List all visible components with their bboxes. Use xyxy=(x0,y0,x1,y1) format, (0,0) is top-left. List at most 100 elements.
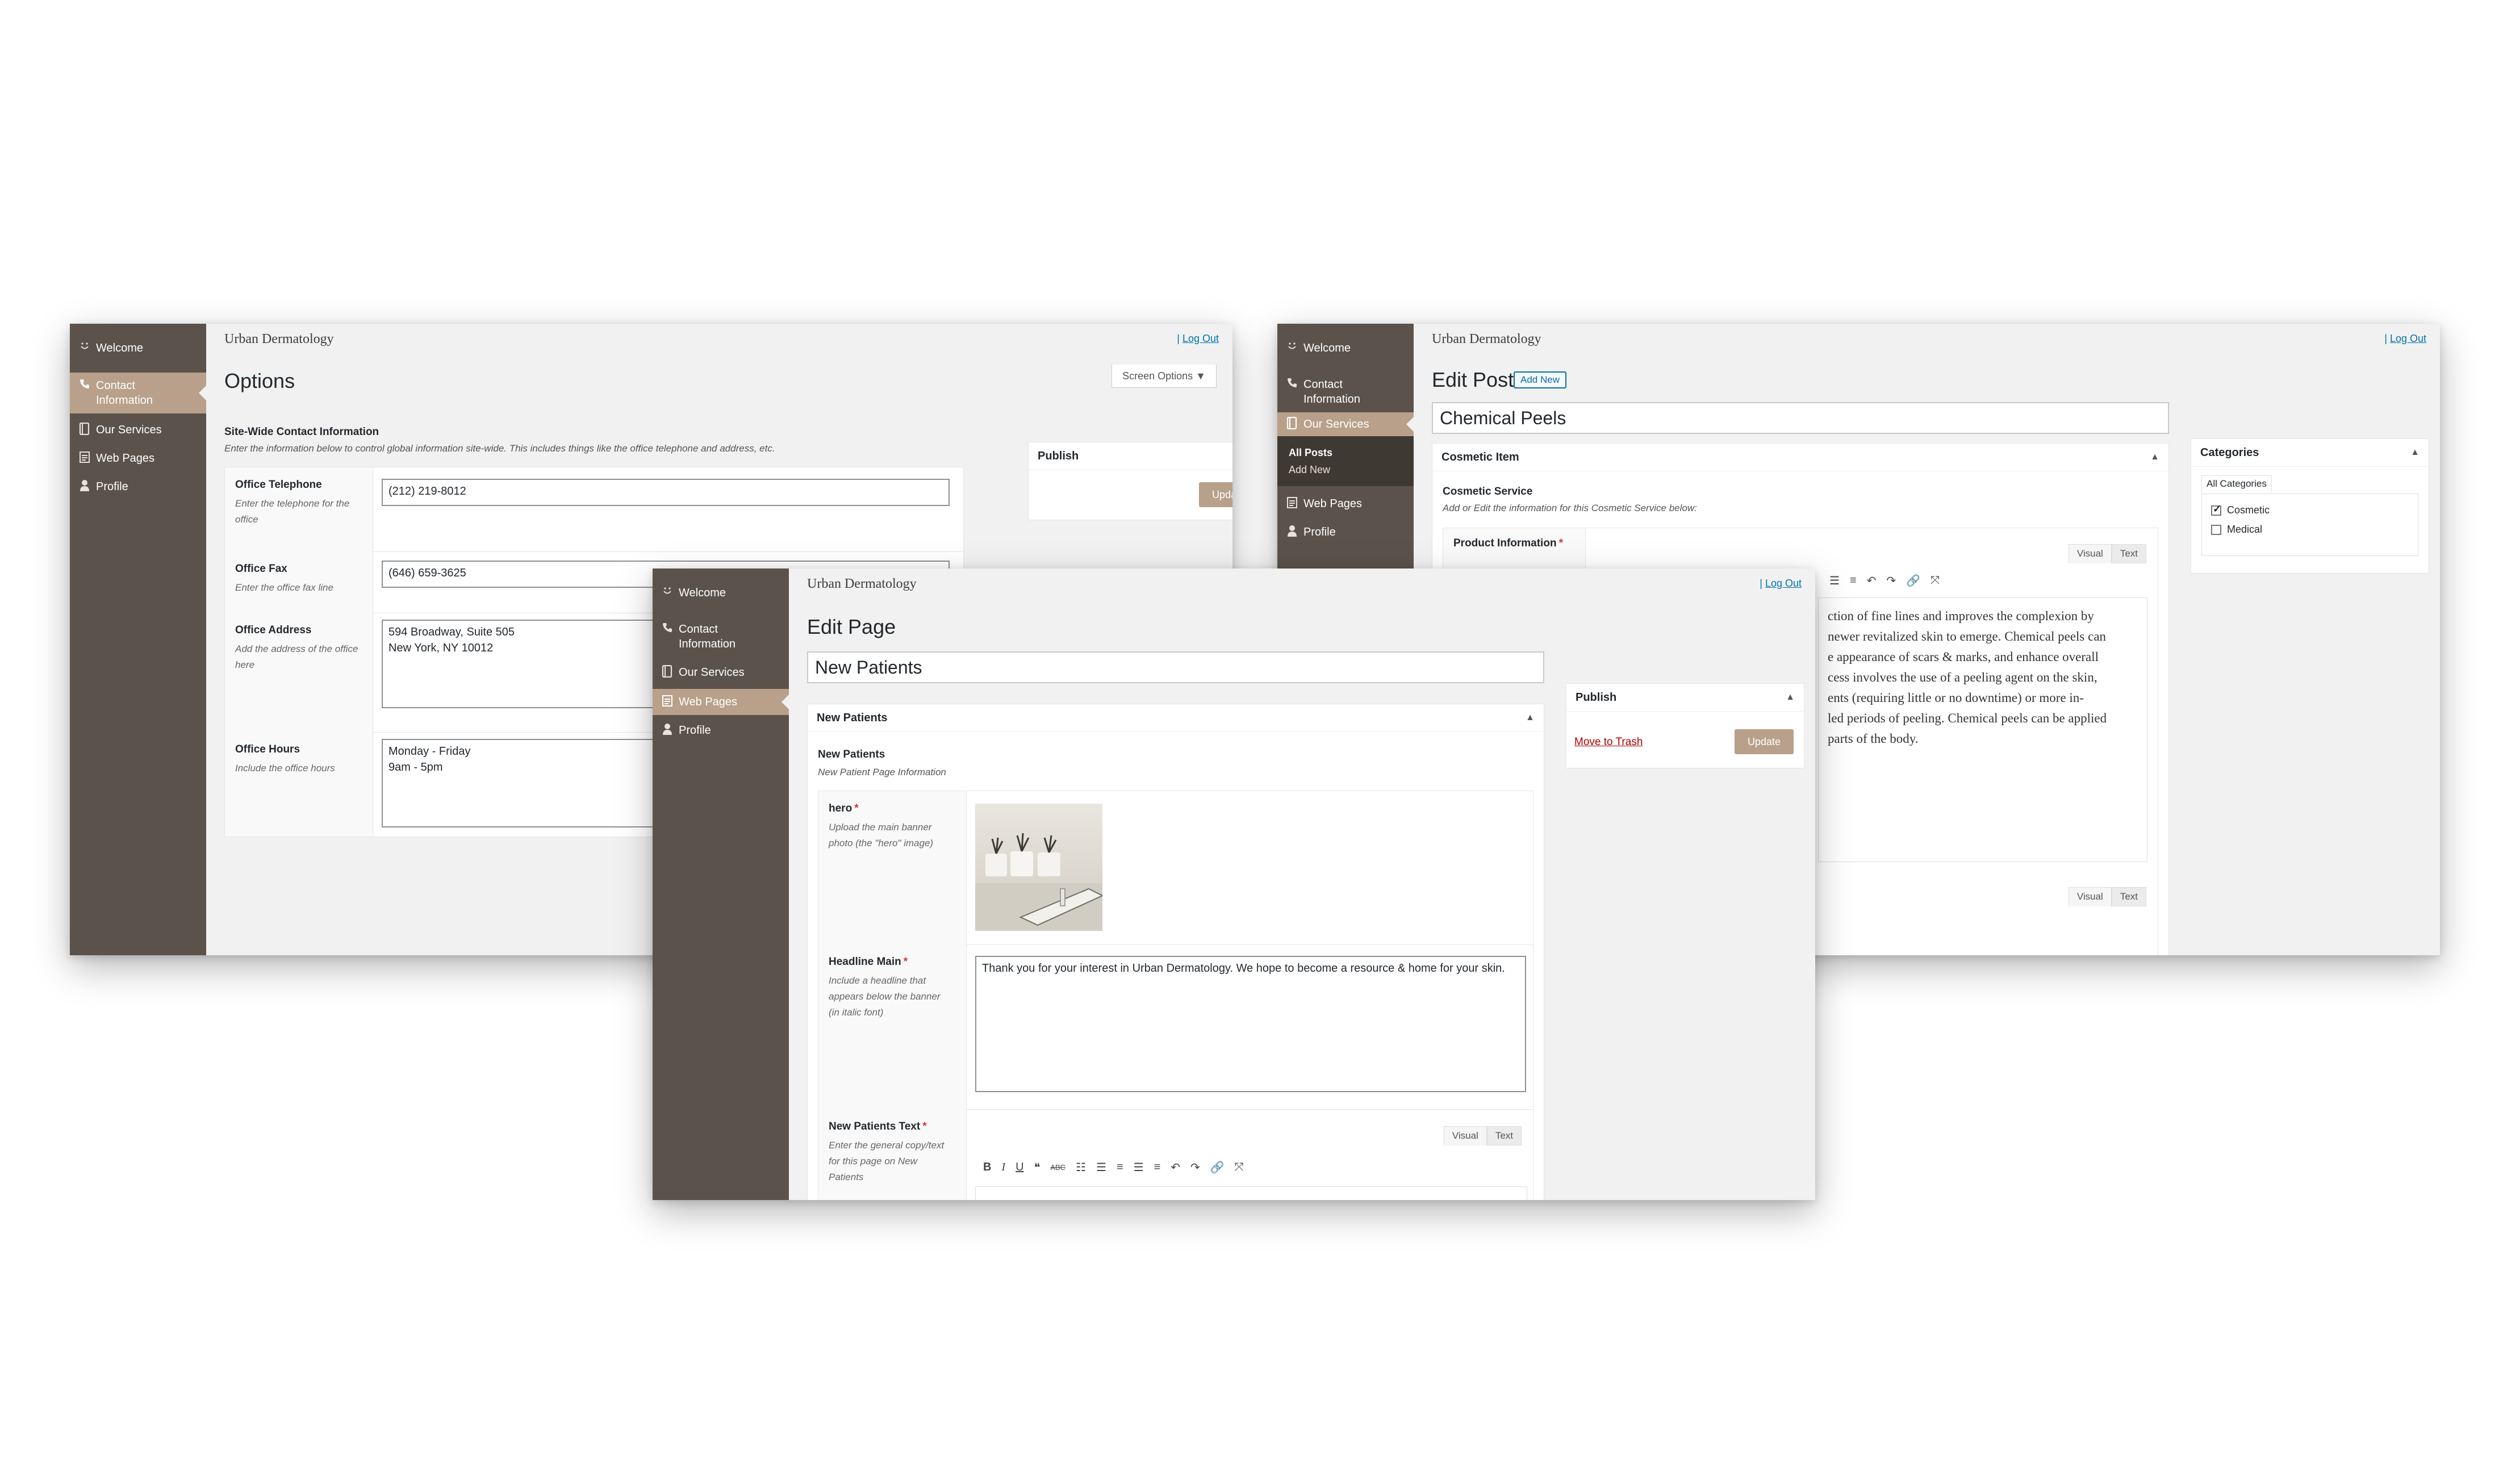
category-medical[interactable]: Medical xyxy=(2211,524,2262,536)
category-label: Cosmetic xyxy=(2227,504,2270,516)
submenu-all-posts[interactable]: All Posts xyxy=(1289,444,1414,461)
publish-title: Publish xyxy=(1038,450,1079,462)
field-label: Office Fax xyxy=(235,563,287,575)
link-icon[interactable]: 🔗 xyxy=(1210,1160,1225,1174)
admin-sidebar: Welcome Contact Information Our Services… xyxy=(653,568,789,1200)
logout-separator: | xyxy=(1177,333,1180,344)
sidebar-item-welcome[interactable]: Welcome xyxy=(70,336,206,361)
update-button[interactable]: Update xyxy=(1735,729,1794,754)
smile-icon xyxy=(662,586,679,597)
product-information-label: Product Information xyxy=(1453,537,1557,549)
sidebar-item-services[interactable]: Our Services xyxy=(653,657,789,680)
underline-icon[interactable]: U xyxy=(1016,1161,1023,1174)
sidebar-item-web-pages[interactable]: Web Pages xyxy=(1277,486,1414,511)
add-new-button[interactable]: Add New xyxy=(1514,371,1566,388)
new-patients-text-editor[interactable] xyxy=(975,1186,1527,1200)
redo-icon[interactable]: ↷ xyxy=(1886,574,1896,588)
redo-icon[interactable]: ↷ xyxy=(1190,1160,1200,1174)
align-center-icon[interactable]: ☰ xyxy=(1829,574,1840,588)
submenu-add-new[interactable]: Add New xyxy=(1289,461,1414,478)
undo-icon[interactable]: ↶ xyxy=(1867,574,1877,588)
sidebar-item-label: Our Services xyxy=(679,666,745,679)
logout-link[interactable]: | Log Out xyxy=(2384,333,2426,345)
sidebar-item-label: Profile xyxy=(96,480,128,493)
collapse-toggle-icon[interactable]: ▲ xyxy=(1526,704,1535,731)
sidebar-item-profile[interactable]: Profile xyxy=(1277,511,1414,540)
page-title: Edit Post xyxy=(1432,368,1514,391)
section-description: New Patient Page Information xyxy=(818,767,946,777)
publish-box-header[interactable]: Publish▲ xyxy=(1029,442,1232,470)
headline-textarea[interactable]: Thank you for your interest in Urban Der… xyxy=(975,956,1526,1092)
logout-link[interactable]: | Log Out xyxy=(1760,578,1802,590)
field-description: Enter the telephone for the office xyxy=(235,498,350,525)
editor-tabs: Visual Text xyxy=(2068,544,2146,563)
checkbox-checked-icon[interactable] xyxy=(2211,503,2221,516)
tab-visual[interactable]: Visual xyxy=(2068,887,2112,906)
fullscreen-icon[interactable]: ⤧ xyxy=(1235,1161,1244,1174)
sidebar-item-services[interactable]: Our Services xyxy=(70,413,206,437)
publish-box-header[interactable]: Publish▲ xyxy=(1566,684,1804,712)
sidebar-item-web-pages[interactable]: Web Pages xyxy=(70,437,206,466)
new-patients-text-label: New Patients Text xyxy=(829,1121,921,1132)
section-title: New Patients xyxy=(818,749,885,760)
book-icon xyxy=(662,665,679,678)
categories-header[interactable]: Categories ▲ xyxy=(2191,439,2429,467)
collapse-toggle-icon[interactable]: ▲ xyxy=(1786,684,1795,711)
phone-icon xyxy=(1286,377,1303,388)
numbered-list-icon[interactable]: ☰ xyxy=(1096,1160,1106,1174)
post-title-input[interactable]: Chemical Peels xyxy=(1432,402,2169,434)
section-title: Site-Wide Contact Information xyxy=(224,426,379,438)
category-cosmetic[interactable]: Cosmetic xyxy=(2211,503,2270,516)
tab-visual[interactable]: Visual xyxy=(1443,1126,1487,1146)
link-icon[interactable]: 🔗 xyxy=(1906,574,1920,588)
page-title-input[interactable]: New Patients xyxy=(807,651,1544,683)
fullscreen-icon[interactable]: ⤧ xyxy=(1930,574,1940,587)
align-center-icon[interactable]: ☰ xyxy=(1134,1160,1144,1174)
sidebar-item-contact[interactable]: Contact Information xyxy=(1277,361,1414,412)
field-row-hero: hero * Upload the main banner photo (the … xyxy=(818,791,1533,945)
logout-link[interactable]: | Log Out xyxy=(1177,333,1219,345)
hero-image[interactable] xyxy=(975,804,1102,931)
hero-label: hero xyxy=(829,802,853,814)
bold-icon[interactable]: B xyxy=(983,1161,991,1174)
checkbox-icon[interactable] xyxy=(2211,525,2221,536)
field-description: Include a headline that appears below th… xyxy=(829,975,941,1018)
update-button[interactable]: Update xyxy=(1199,482,1232,507)
sidebar-item-contact[interactable]: Contact Information xyxy=(653,606,789,657)
sidebar-item-profile[interactable]: Profile xyxy=(653,715,789,738)
cosmetic-item-header[interactable]: Cosmetic Item ▲ xyxy=(1432,444,2168,471)
sidebar-item-label: Web Pages xyxy=(96,452,155,465)
collapse-toggle-icon[interactable]: ▲ xyxy=(2410,439,2420,466)
telephone-input[interactable]: (212) 219-8012 xyxy=(382,479,950,506)
tab-all-categories[interactable]: All Categories xyxy=(2201,475,2272,492)
strikethrough-icon[interactable]: ABC xyxy=(1050,1163,1065,1172)
sidebar-item-services[interactable]: Our Services xyxy=(1277,412,1414,436)
sidebar-item-profile[interactable]: Profile xyxy=(70,466,206,494)
edit-page-window: Welcome Contact Information Our Services… xyxy=(653,568,1815,1200)
align-right-icon[interactable]: ≡ xyxy=(1154,1161,1161,1174)
sidebar-item-welcome[interactable]: Welcome xyxy=(653,581,789,606)
bullet-list-icon[interactable]: ☷ xyxy=(1076,1160,1086,1174)
align-left-icon[interactable]: ≡ xyxy=(1117,1161,1123,1174)
tab-text[interactable]: Text xyxy=(1486,1126,1522,1146)
tab-text[interactable]: Text xyxy=(2111,544,2146,563)
collapse-toggle-icon[interactable]: ▲ xyxy=(2150,444,2159,471)
field-label-cell: Office Address Add the address of the of… xyxy=(225,613,373,732)
new-patients-header[interactable]: New Patients ▲ xyxy=(808,704,1544,732)
editor-toolbar: ☰ ≡ ↶ ↷ 🔗 ⤧ xyxy=(1829,574,1940,588)
screen-options-button[interactable]: Screen Options ▼ xyxy=(1111,365,1217,388)
sidebar-item-web-pages[interactable]: Web Pages xyxy=(653,689,789,715)
product-information-editor[interactable]: ction of fine lines and improves the com… xyxy=(1818,597,2147,862)
publish-box: Publish▲ Update xyxy=(1028,442,1232,520)
sidebar-item-welcome[interactable]: Welcome xyxy=(1277,336,1414,361)
undo-icon[interactable]: ↶ xyxy=(1171,1160,1180,1174)
sidebar-item-contact[interactable]: Contact Information xyxy=(70,373,206,413)
tab-visual[interactable]: Visual xyxy=(2068,544,2112,563)
tab-text[interactable]: Text xyxy=(2111,887,2146,906)
blockquote-icon[interactable]: ❝ xyxy=(1034,1160,1041,1174)
move-to-trash-link[interactable]: Move to Trash xyxy=(1574,736,1643,749)
italic-icon[interactable]: I xyxy=(1001,1161,1005,1174)
book-icon xyxy=(79,423,96,435)
field-description: Enter the office fax line xyxy=(235,582,333,593)
align-right-icon[interactable]: ≡ xyxy=(1850,574,1857,587)
